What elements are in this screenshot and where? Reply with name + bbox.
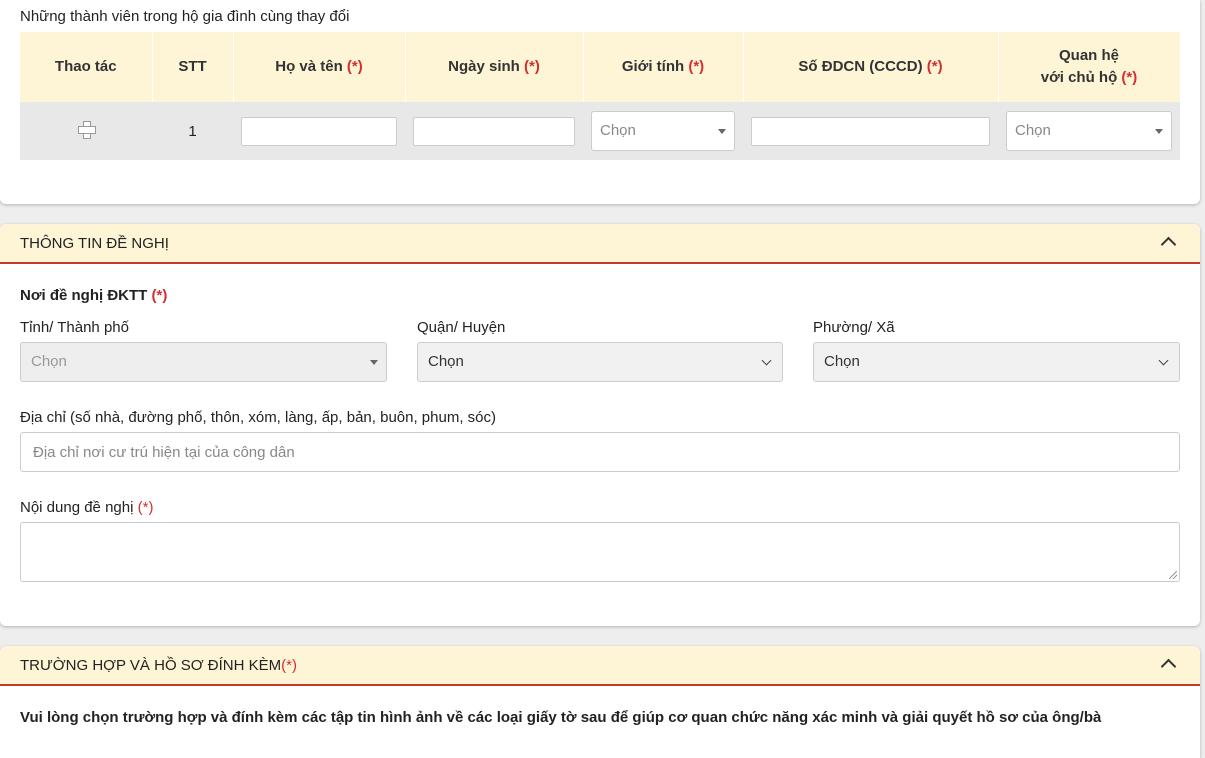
address-input[interactable]	[20, 432, 1180, 472]
attachments-instruction: Vui lòng chọn trường hợp và đính kèm các…	[20, 709, 1102, 726]
ward-label: Phường/ Xã	[813, 319, 895, 336]
province-label: Tỉnh/ Thành phố	[20, 319, 129, 336]
content-textarea[interactable]	[20, 522, 1180, 582]
table-row: 1 Chọn Chọn	[20, 102, 1180, 160]
members-card: Những thành viên trong hộ gia đình cùng …	[0, 0, 1200, 204]
col-id-number: Số ĐDCN (CCCD) (*)	[743, 32, 999, 102]
chevron-up-icon[interactable]	[1160, 658, 1177, 675]
address-label: Địa chỉ (số nhà, đường phố, thôn, xóm, l…	[20, 409, 496, 426]
relation-select[interactable]: Chọn	[1006, 111, 1172, 151]
proposal-title: THÔNG TIN ĐỀ NGHỊ	[20, 235, 169, 252]
attachments-card: TRƯỜNG HỢP VÀ HỒ SƠ ĐÍNH KÈM(*) Vui lòng…	[0, 646, 1200, 758]
chevron-down-icon	[1158, 355, 1169, 366]
ward-select[interactable]: Chọn	[813, 342, 1180, 382]
chevron-up-icon[interactable]	[1160, 236, 1177, 253]
location-label: Nơi đề nghị ĐKTT (*)	[20, 287, 168, 304]
id-number-input[interactable]	[751, 116, 990, 146]
row-stt: 1	[152, 102, 233, 160]
resize-handle-icon[interactable]	[1169, 571, 1177, 579]
district-select[interactable]: Chọn	[417, 342, 783, 382]
attachments-header[interactable]: TRƯỜNG HỢP VÀ HỒ SƠ ĐÍNH KÈM(*)	[0, 646, 1200, 686]
province-select[interactable]: Chọn	[20, 342, 387, 382]
gender-select[interactable]: Chọn	[591, 111, 735, 151]
caret-down-icon	[1155, 129, 1163, 134]
district-label: Quận/ Huyện	[417, 319, 506, 336]
members-header-row: Thao tác STT Họ và tên (*) Ngày sinh (*)…	[20, 32, 1181, 102]
col-relation: Quan hệ với chủ hộ (*)	[998, 32, 1181, 102]
chevron-down-icon	[761, 355, 772, 366]
proposal-card: THÔNG TIN ĐỀ NGHỊ Nơi đề nghị ĐKTT (*) T…	[0, 224, 1200, 626]
attachments-title: TRƯỜNG HỢP VÀ HỒ SƠ ĐÍNH KÈM(*)	[20, 657, 297, 674]
dob-input[interactable]	[413, 116, 575, 146]
col-stt: STT	[152, 32, 234, 102]
content-label: Nội dung đề nghị (*)	[20, 499, 154, 516]
col-dob: Ngày sinh (*)	[405, 32, 584, 102]
col-action: Thao tác	[20, 32, 153, 102]
proposal-header[interactable]: THÔNG TIN ĐỀ NGHỊ	[0, 224, 1200, 264]
members-table: Thao tác STT Họ và tên (*) Ngày sinh (*)…	[20, 32, 1181, 160]
name-input[interactable]	[241, 116, 397, 146]
members-title: Những thành viên trong hộ gia đình cùng …	[20, 8, 350, 25]
col-gender: Giới tính (*)	[583, 32, 744, 102]
caret-down-icon	[718, 129, 726, 134]
col-name: Họ và tên (*)	[233, 32, 406, 102]
caret-down-icon	[370, 360, 378, 365]
add-row-icon[interactable]	[78, 121, 96, 139]
